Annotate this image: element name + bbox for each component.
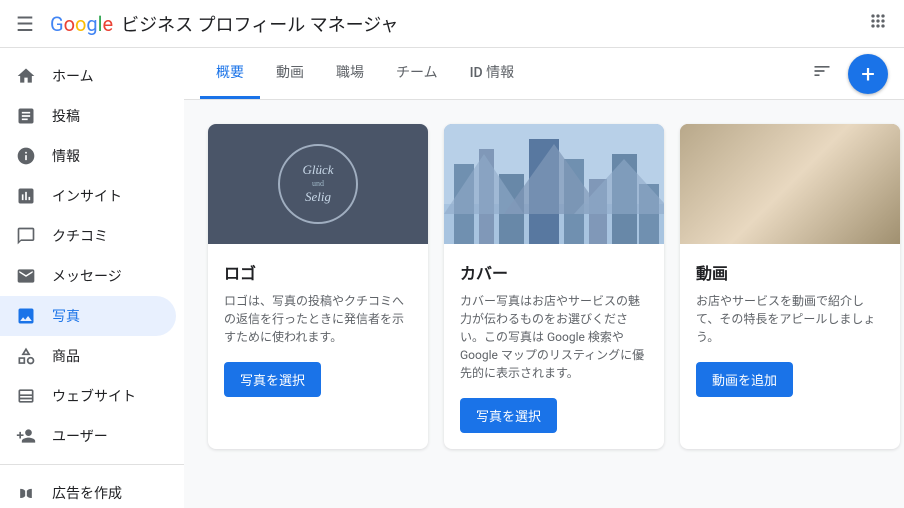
- cover-select-photo-button[interactable]: 写真を選択: [460, 398, 557, 433]
- sidebar-label-photos: 写真: [52, 306, 80, 326]
- sidebar-label-info: 情報: [52, 146, 80, 166]
- add-button[interactable]: +: [848, 54, 888, 94]
- logo-card-title: ロゴ: [224, 260, 412, 284]
- main-content: 概要 動画 職場 チーム ID 情報 +: [184, 48, 904, 508]
- logo-card-image: Glück und Selig: [208, 124, 428, 244]
- message-icon: [16, 266, 36, 286]
- cover-card-image: [444, 124, 664, 244]
- sidebar-item-website[interactable]: ウェブサイト: [0, 376, 176, 416]
- sidebar-label-reviews: クチコミ: [52, 226, 108, 246]
- sidebar-item-users[interactable]: ユーザー: [0, 416, 176, 456]
- website-icon: [16, 386, 36, 406]
- sidebar-label-home: ホーム: [52, 66, 94, 86]
- home-icon: [16, 66, 36, 86]
- photo-icon: [16, 306, 36, 326]
- sidebar-item-info[interactable]: 情報: [0, 136, 176, 176]
- post-icon: [16, 106, 36, 126]
- cards-area: Glück und Selig ロゴ ロゴは、写真の投稿やクチコミへの返信を行っ…: [184, 100, 904, 473]
- cover-card-body: カバー カバー写真はお店やサービスの魅力が伝わるものをお選びください。この写真は…: [444, 244, 664, 449]
- sidebar-label-products: 商品: [52, 346, 80, 366]
- tab-overview[interactable]: 概要: [200, 48, 260, 99]
- logo-card: Glück und Selig ロゴ ロゴは、写真の投稿やクチコミへの返信を行っ…: [208, 124, 428, 449]
- video-card-desc: お店やサービスを動画で紹介して、その特長をアピールしましょう。: [696, 292, 884, 346]
- sidebar-item-posts[interactable]: 投稿: [0, 96, 176, 136]
- sidebar-divider: [0, 464, 184, 465]
- sidebar-label-website: ウェブサイト: [52, 386, 136, 406]
- sidebar-item-ads[interactable]: 広告を作成: [0, 473, 176, 508]
- video-card-image: [680, 124, 900, 244]
- logo-card-desc: ロゴは、写真の投稿やクチコミへの返信を行ったときに発信者を示すために使われます。: [224, 292, 412, 346]
- grid-icon[interactable]: [868, 11, 888, 36]
- users-icon: [16, 426, 36, 446]
- tab-workplace[interactable]: 職場: [320, 48, 380, 99]
- products-icon: [16, 346, 36, 366]
- cover-card-desc: カバー写真はお店やサービスの魅力が伝わるものをお選びください。この写真は Goo…: [460, 292, 648, 382]
- sidebar-item-insights[interactable]: インサイト: [0, 176, 176, 216]
- video-card-title: 動画: [696, 260, 884, 284]
- tab-video[interactable]: 動画: [260, 48, 320, 99]
- add-video-button[interactable]: 動画を追加: [696, 362, 793, 397]
- info-icon: [16, 146, 36, 166]
- app-title: ビジネス プロフィール マネージャ: [121, 11, 398, 37]
- google-logo: Google ビジネス プロフィール マネージャ: [50, 11, 398, 37]
- sidebar-item-photos[interactable]: 写真: [0, 296, 176, 336]
- tab-id-info[interactable]: ID 情報: [454, 48, 531, 99]
- sidebar-label-messages: メッセージ: [52, 266, 122, 286]
- sidebar-item-reviews[interactable]: クチコミ: [0, 216, 176, 256]
- logo-select-photo-button[interactable]: 写真を選択: [224, 362, 321, 397]
- sidebar: ホーム 投稿 情報 インサイト クチコミ: [0, 48, 184, 508]
- tab-team[interactable]: チーム: [380, 48, 454, 99]
- sort-icon[interactable]: [804, 53, 840, 94]
- cover-card-title: カバー: [460, 260, 648, 284]
- insights-icon: [16, 186, 36, 206]
- reviews-icon: [16, 226, 36, 246]
- content-header: 概要 動画 職場 チーム ID 情報 +: [184, 48, 904, 100]
- ads-icon: [16, 483, 36, 503]
- layout: ホーム 投稿 情報 インサイト クチコミ: [0, 48, 904, 508]
- video-card-body: 動画 お店やサービスを動画で紹介して、その特長をアピールしましょう。 動画を追加: [680, 244, 900, 413]
- menu-icon[interactable]: ☰: [16, 12, 34, 36]
- sidebar-item-messages[interactable]: メッセージ: [0, 256, 176, 296]
- video-card: 動画 お店やサービスを動画で紹介して、その特長をアピールしましょう。 動画を追加: [680, 124, 900, 449]
- sidebar-item-home[interactable]: ホーム: [0, 56, 176, 96]
- sidebar-label-insights: インサイト: [52, 186, 122, 206]
- cover-card: カバー カバー写真はお店やサービスの魅力が伝わるものをお選びください。この写真は…: [444, 124, 664, 449]
- logo-card-body: ロゴ ロゴは、写真の投稿やクチコミへの返信を行ったときに発信者を示すために使われ…: [208, 244, 428, 413]
- sidebar-item-products[interactable]: 商品: [0, 336, 176, 376]
- sidebar-label-ads: 広告を作成: [52, 483, 122, 503]
- sidebar-label-users: ユーザー: [52, 426, 108, 446]
- topbar: ☰ Google ビジネス プロフィール マネージャ: [0, 0, 904, 48]
- sidebar-label-posts: 投稿: [52, 106, 80, 126]
- tabs: 概要 動画 職場 チーム ID 情報: [200, 48, 530, 99]
- header-actions: +: [804, 53, 888, 94]
